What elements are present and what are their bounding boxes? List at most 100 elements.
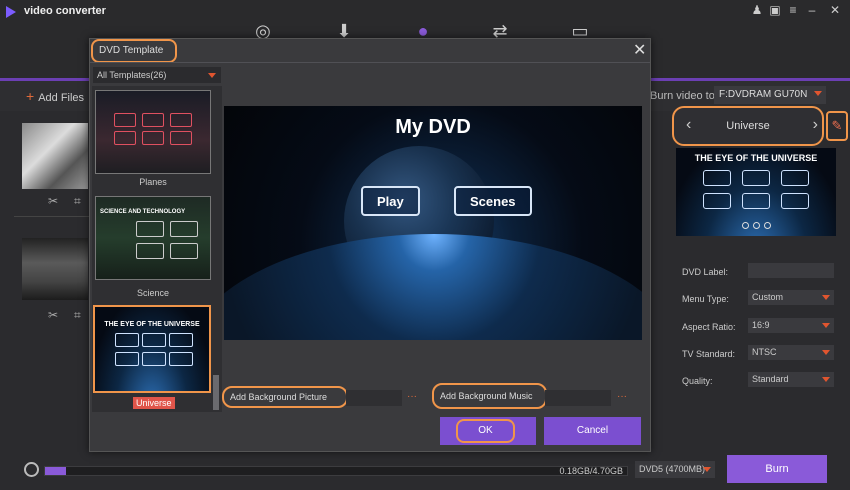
dvd-label-input[interactable]: [748, 263, 834, 278]
menu-frame: [703, 170, 731, 186]
app-title: video converter: [24, 5, 106, 17]
menu-frame: [170, 131, 192, 145]
menu-frame: [115, 352, 139, 366]
gift-icon[interactable]: ▣: [768, 3, 782, 17]
menu-frame: [114, 113, 136, 127]
minimize-icon[interactable]: –: [805, 3, 819, 17]
menu-frame: [142, 333, 166, 347]
dialog-title: DVD Template: [91, 39, 177, 63]
chevron-down-icon: [703, 467, 711, 472]
add-files-button[interactable]: + Add Files: [26, 88, 84, 104]
menu-frame: [115, 333, 139, 347]
aspect-ratio-select[interactable]: 16:9: [748, 318, 834, 333]
quality-label: Quality:: [682, 376, 713, 386]
menu-frame: [169, 352, 193, 366]
tv-standard-select[interactable]: NTSC: [748, 345, 834, 360]
close-icon[interactable]: ✕: [633, 40, 646, 60]
burn-to-label: Burn video to:: [650, 90, 718, 102]
template-item-science[interactable]: SCIENCE AND TECHNOLOGY: [95, 196, 211, 280]
template-category-value: All Templates(26): [97, 70, 167, 80]
chevron-right-icon[interactable]: ›: [813, 116, 818, 134]
disc-type-select[interactable]: DVD5 (4700MB): [635, 461, 715, 478]
template-heading: SCIENCE AND TECHNOLOGY: [100, 209, 186, 215]
app-logo-icon: [6, 6, 16, 18]
add-background-music-label: Add Background Music: [432, 383, 547, 409]
template-switcher: ‹ Universe ›: [672, 106, 824, 146]
menu-frame: [169, 333, 193, 347]
edit-icon[interactable]: ✎: [826, 111, 848, 141]
ok-button-label[interactable]: OK: [456, 419, 515, 443]
menu-frame: [781, 170, 809, 186]
menu-icon[interactable]: ≡: [786, 3, 800, 17]
window-close-icon[interactable]: ✕: [828, 3, 842, 17]
video-thumbnail[interactable]: [22, 123, 88, 189]
browse-picture-button[interactable]: ···: [407, 391, 417, 402]
menu-frame: [142, 131, 164, 145]
menu-frame: [742, 170, 770, 186]
menu-type-value: Custom: [752, 292, 784, 302]
disc-usage-fill: [45, 467, 66, 475]
burn-destination-select[interactable]: F:DVDRAM GU70N: [714, 86, 826, 104]
browse-music-button[interactable]: ···: [617, 391, 627, 402]
quality-select[interactable]: Standard: [748, 372, 834, 387]
scissors-icon[interactable]: ✂: [48, 194, 58, 208]
disc-type-value: DVD5 (4700MB): [639, 464, 706, 474]
menu-frame: [142, 352, 166, 366]
video-thumbnail[interactable]: [22, 238, 88, 300]
disc-usage-text: 0.18GB/4.70GB: [559, 466, 623, 476]
template-item-universe[interactable]: THE EYE OF THE UNIVERSE: [93, 305, 211, 393]
preview-play-button[interactable]: Play: [361, 186, 420, 216]
menu-frame: [742, 193, 770, 209]
clock-icon[interactable]: [24, 462, 39, 477]
chevron-down-icon: [822, 377, 830, 382]
aspect-ratio-value: 16:9: [752, 320, 770, 330]
nav-circle-icon: [753, 222, 760, 229]
template-category-select[interactable]: All Templates(26): [93, 67, 221, 83]
menu-type-select[interactable]: Custom: [748, 290, 834, 305]
template-preview-thumbnail: THE EYE OF THE UNIVERSE: [676, 148, 836, 236]
scissors-icon[interactable]: ✂: [48, 308, 58, 322]
cancel-button[interactable]: Cancel: [544, 417, 641, 445]
menu-frame: [136, 243, 164, 259]
menu-frame: [170, 113, 192, 127]
background-picture-field[interactable]: [346, 390, 402, 406]
aspect-ratio-label: Aspect Ratio:: [682, 322, 736, 332]
template-caption: Science: [136, 288, 170, 298]
template-preview-heading: THE EYE OF THE UNIVERSE: [694, 153, 818, 163]
crop-icon[interactable]: ⌗: [74, 194, 81, 209]
chevron-down-icon: [822, 350, 830, 355]
menu-frame: [114, 131, 136, 145]
nav-circle-icon: [742, 222, 749, 229]
dvd-label-label: DVD Label:: [682, 267, 729, 277]
chevron-down-icon: [822, 323, 830, 328]
plus-icon: +: [26, 88, 35, 104]
burn-destination-value: F:DVDRAM GU70N: [719, 89, 808, 100]
divider: [90, 62, 650, 63]
nav-circle-icon: [764, 222, 771, 229]
disc-usage-bar: 0.18GB/4.70GB: [44, 466, 628, 476]
background-music-field[interactable]: [545, 390, 611, 406]
template-caption-selected: Universe: [133, 397, 175, 409]
burn-button[interactable]: Burn: [727, 455, 827, 483]
template-heading: THE EYE OF THE UNIVERSE: [104, 321, 200, 328]
crop-icon[interactable]: ⌗: [74, 308, 81, 323]
template-caption: Planes: [139, 177, 167, 187]
add-background-picture-label: Add Background Picture: [222, 386, 348, 408]
tv-standard-label: TV Standard:: [682, 349, 736, 359]
preview-title[interactable]: My DVD: [224, 116, 642, 139]
divider: [14, 216, 90, 217]
quality-value: Standard: [752, 374, 789, 384]
template-list-scrollbar[interactable]: [213, 375, 219, 410]
preview-scenes-button[interactable]: Scenes: [454, 186, 532, 216]
app-window: video converter ◎ ⬇ ● ⇄ ▭ ♟ ▣ ≡ – ✕ + Add…: [0, 0, 850, 490]
chevron-down-icon: [814, 91, 822, 96]
chevron-down-icon: [822, 295, 830, 300]
user-icon[interactable]: ♟: [750, 3, 764, 17]
menu-frame: [142, 113, 164, 127]
menu-frame: [170, 221, 198, 237]
template-name: Universe: [726, 120, 770, 132]
chevron-down-icon: [208, 73, 216, 78]
template-item-planes[interactable]: [95, 90, 211, 174]
template-preview: My DVD Play Scenes: [224, 106, 642, 340]
menu-frame: [703, 193, 731, 209]
